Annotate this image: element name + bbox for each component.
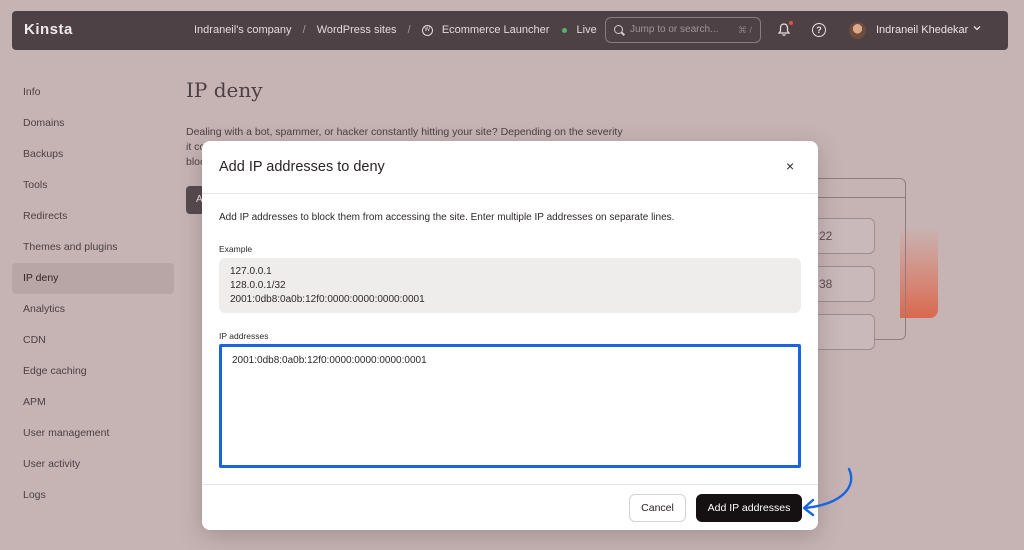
breadcrumb-company[interactable]: Indraneil's company [194,24,292,36]
annotation-arrow-icon [802,467,853,517]
sidebar-item-redirects[interactable]: Redirects [12,201,174,232]
top-navigation-bar: Kinsta Indraneil's company / WordPress s… [12,11,1008,50]
page-title: IP deny [186,78,263,102]
live-status-dot-icon [562,27,568,33]
example-label: Example [219,244,253,254]
example-line: 127.0.0.1 [230,266,272,277]
breadcrumb-separator: / [302,24,306,37]
search-icon [614,25,623,34]
sidebar-item-cdn[interactable]: CDN [12,325,174,356]
sidebar-item-edge-caching[interactable]: Edge caching [12,356,174,387]
sidebar-item-apm[interactable]: APM [12,387,174,418]
cancel-button[interactable]: Cancel [629,494,686,522]
sidebar-item-analytics[interactable]: Analytics [12,294,174,325]
breadcrumb-section[interactable]: WordPress sites [317,24,397,36]
sidebar-item-user-management[interactable]: User management [12,418,174,449]
breadcrumb: Indraneil's company / WordPress sites / … [194,24,597,36]
illustration-card: 38 [812,266,875,302]
modal-help-text: Add IP addresses to block them from acce… [219,212,675,223]
example-line: 128.0.0.1/32 [230,280,286,291]
search-shortcut-hint: ⌘ / [737,25,752,35]
modal-title: Add IP addresses to deny [219,159,385,175]
wordpress-icon: W [421,24,433,36]
illustration-card [812,314,875,350]
sidebar-item-themes-and-plugins[interactable]: Themes and plugins [12,232,174,263]
ip-addresses-textarea[interactable]: 2001:0db8:0a0b:12f0:0000:0000:0000:0001 [219,344,801,468]
chevron-down-icon[interactable] [972,23,982,36]
sidebar-item-user-activity[interactable]: User activity [12,449,174,480]
example-line: 2001:0db8:0a0b:12f0:0000:0000:0000:0001 [230,294,425,305]
kinsta-logo[interactable]: Kinsta [24,21,73,38]
sidebar-item-logs[interactable]: Logs [12,480,174,511]
site-status-label: Live [576,24,597,37]
notification-badge [789,21,793,25]
sidebar-item-backups[interactable]: Backups [12,139,174,170]
description-line: Dealing with a bot, spammer, or hacker c… [186,126,623,138]
help-icon[interactable]: ? [812,23,826,37]
breadcrumb-separator: / [407,24,411,37]
modal-header-divider [202,193,818,194]
site-sidebar: Info Domains Backups Tools Redirects The… [12,77,174,511]
sidebar-item-domains[interactable]: Domains [12,108,174,139]
breadcrumb-site[interactable]: Ecommerce Launcher [442,24,550,36]
sidebar-item-ip-deny[interactable]: IP deny [12,263,174,294]
close-icon[interactable]: × [786,159,794,173]
modal-footer-divider [202,484,818,485]
ip-addresses-label: IP addresses [219,331,269,341]
example-box: 127.0.0.1 128.0.0.1/32 2001:0db8:0a0b:12… [219,258,801,313]
user-name[interactable]: Indraneil Khedekar [876,24,968,36]
add-ip-addresses-button[interactable]: Add IP addresses [696,494,802,522]
add-ip-modal: Add IP addresses to deny × Add IP addres… [202,141,818,530]
sidebar-item-info[interactable]: Info [12,77,174,108]
sidebar-item-tools[interactable]: Tools [12,170,174,201]
user-avatar[interactable] [849,22,866,39]
search-box[interactable]: ⌘ / [605,17,761,43]
illustration-card: 22 [812,218,875,254]
search-input[interactable] [628,23,732,36]
notifications-bell-icon[interactable] [777,21,793,37]
